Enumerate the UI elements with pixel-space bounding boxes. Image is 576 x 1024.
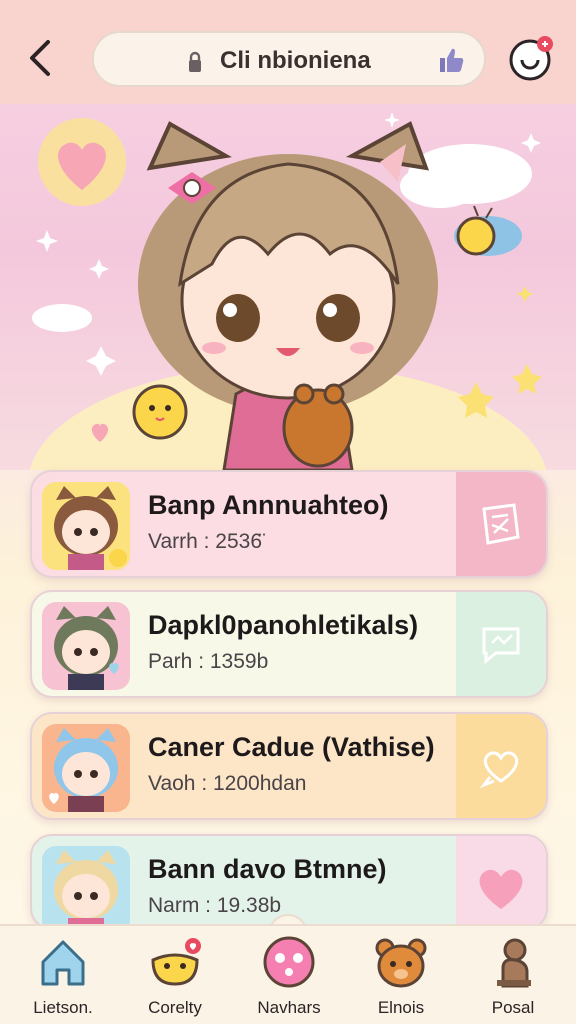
nav-item-elnois[interactable]: Elnois	[346, 932, 456, 1024]
nav-item-home[interactable]: Lietson.	[8, 932, 118, 1024]
heart-icon	[479, 869, 523, 909]
item-title: Caner Cadue (Vathise)	[148, 732, 435, 762]
address-bar[interactable]: Cli nbioniena	[92, 31, 486, 87]
item-title: Dapkl0panohletikals)	[148, 610, 419, 640]
nav-label: Corelty	[148, 998, 202, 1017]
heart-bubble-icon	[479, 751, 519, 789]
top-bar: Cli nbioniena	[0, 0, 576, 104]
list-item[interactable]: Caner Cadue (Vathise) Vaoh : 1200hdan	[30, 712, 548, 820]
nav-item-posal[interactable]: Posal	[458, 932, 568, 1024]
avatar	[42, 602, 130, 690]
book-icon	[482, 503, 520, 545]
item-meta: Vaoh : 1200hdan	[148, 772, 307, 795]
item-action[interactable]	[456, 472, 546, 576]
home-icon	[41, 940, 85, 986]
item-title: Bann davo Btmne)	[148, 854, 387, 884]
item-meta: Parh : 1359b	[148, 650, 269, 673]
profile-icon	[509, 36, 553, 81]
nav-item-navhars[interactable]: Navhars	[234, 932, 344, 1024]
item-meta: Narm : 19.38b	[148, 894, 282, 917]
item-action[interactable]	[456, 714, 546, 818]
item-title: Banp Annnuahteo)	[148, 490, 389, 520]
sun-heart-icon	[38, 118, 126, 206]
bear-icon	[375, 938, 427, 988]
nav-label: Elnois	[377, 998, 425, 1017]
thumb-up-icon[interactable]	[436, 45, 466, 75]
puppet-icon	[497, 938, 531, 988]
chick-icon	[151, 938, 201, 986]
item-action[interactable]	[456, 836, 546, 928]
list-item[interactable]: Banp Annnuahteo) Varrh : 2536̈	[30, 470, 548, 578]
bear-plush	[282, 383, 354, 468]
nav-label: Posal	[491, 998, 535, 1017]
hero-illustration	[0, 104, 576, 470]
profile-button[interactable]	[508, 34, 556, 82]
item-action[interactable]	[456, 592, 546, 696]
address-text: Cli nbioniena	[220, 47, 371, 74]
nav-item-corelty[interactable]: Corelty	[120, 932, 230, 1024]
avatar	[42, 724, 130, 812]
bee-character	[454, 205, 522, 256]
back-button[interactable]	[20, 34, 60, 82]
avatar	[42, 482, 130, 570]
chick-character	[132, 384, 188, 440]
hero-art	[29, 112, 547, 470]
chat-icon	[482, 627, 520, 665]
pink-face-icon	[263, 936, 315, 988]
list-item[interactable]: Dapkl0panohletikals) Parh : 1359b	[30, 590, 548, 698]
lock-icon	[189, 51, 201, 72]
item-meta: Varrh : 2536̈	[148, 530, 263, 553]
bottom-nav: Lietson. Corelty Navhars Elnois Posal	[0, 924, 576, 1024]
nav-label: Lietson.	[33, 998, 93, 1017]
chevron-left-icon	[30, 40, 50, 76]
nav-label: Navhars	[257, 998, 321, 1017]
avatar	[42, 846, 130, 928]
